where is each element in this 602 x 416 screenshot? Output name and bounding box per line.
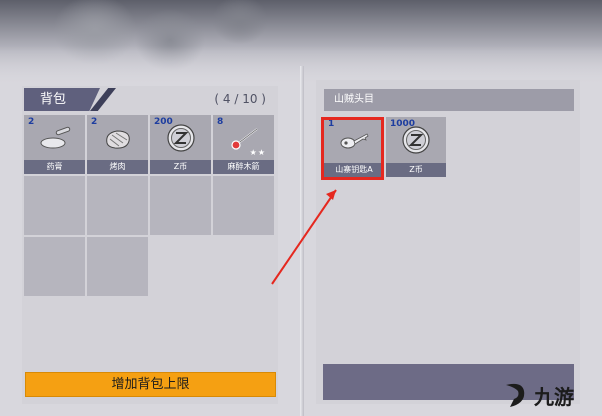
bag-slot[interactable]: 200 Z币 bbox=[150, 115, 211, 174]
bag-slot[interactable]: 2 药膏 bbox=[24, 115, 85, 174]
empty-slot[interactable] bbox=[150, 176, 211, 235]
item-name: 药膏 bbox=[24, 160, 85, 174]
item-quantity: 2 bbox=[28, 117, 35, 127]
item-name: 烤肉 bbox=[87, 160, 148, 174]
z-coin-icon bbox=[166, 124, 195, 152]
bag-capacity: ( 4 / 10 ) bbox=[214, 92, 266, 106]
key-highlight-box bbox=[321, 117, 384, 180]
item-rank-stars: ★★ bbox=[249, 148, 266, 157]
bag-slot[interactable]: 8 ★★ 麻醉木箭 bbox=[213, 115, 274, 174]
expand-bag-button[interactable]: 增加背包上限 bbox=[25, 372, 276, 397]
empty-slot[interactable] bbox=[87, 237, 148, 296]
site-watermark: 九游 bbox=[500, 376, 600, 414]
z-coin-icon bbox=[402, 126, 430, 154]
loot-slot[interactable]: 1000 Z币 bbox=[386, 117, 446, 177]
bag-grid: 2 药膏 2 烤肉 200 Z币 8 ★★ 麻醉木箭 bbox=[24, 115, 274, 296]
bag-slot[interactable]: 2 烤肉 bbox=[87, 115, 148, 174]
item-name: Z币 bbox=[386, 163, 446, 177]
item-quantity: 8 bbox=[217, 117, 224, 127]
item-name: Z币 bbox=[150, 160, 211, 174]
empty-slot[interactable] bbox=[24, 237, 85, 296]
ointment-icon bbox=[40, 126, 70, 149]
empty-slot[interactable] bbox=[87, 176, 148, 235]
watermark-logo-icon bbox=[506, 383, 525, 407]
empty-slot[interactable] bbox=[24, 176, 85, 235]
roast-meat-icon bbox=[105, 130, 130, 149]
bag-title: 背包 bbox=[24, 88, 100, 111]
bag-header: 背包 ( 4 / 10 ) bbox=[24, 88, 276, 111]
empty-slot[interactable] bbox=[213, 176, 274, 235]
loot-title: 山贼头目 bbox=[324, 89, 574, 111]
watermark-text: 九游 bbox=[534, 384, 574, 409]
item-quantity: 2 bbox=[91, 117, 98, 127]
panel-divider bbox=[300, 66, 304, 416]
item-name: 麻醉木箭 bbox=[213, 160, 274, 174]
